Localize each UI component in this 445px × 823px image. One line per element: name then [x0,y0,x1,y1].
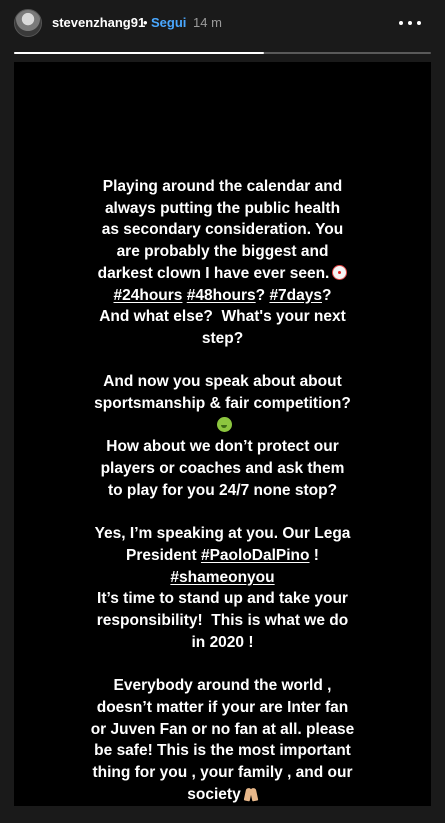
story-text-segment: are probably the biggest and [116,243,329,261]
timestamp: 14 m [193,15,222,30]
story-header: stevenzhang91 • Segui 14 m [0,0,445,46]
story-viewer: stevenzhang91 • Segui 14 m Playing aroun… [0,0,445,823]
story-text-segment: in 2020 ! [191,633,254,651]
story-line: society [14,784,431,806]
hashtag-link[interactable]: #PaoloDalPino [201,547,310,564]
story-text-segment: President [126,546,201,564]
separator-dot: • [143,15,148,30]
follow-button[interactable]: Segui [151,15,186,31]
story-text-segment: And now you speak about about [103,373,342,391]
story-line: in 2020 ! [14,632,431,654]
story-progress-fill [14,52,265,54]
story-line: Everybody around the world , [14,675,431,697]
story-line: It’s time to stand up and take your [14,588,431,610]
story-line: players or coaches and ask them [14,458,431,480]
story-line: responsibility! This is what we do [14,610,431,632]
story-text: Playing around the calendar and always pu… [14,176,431,805]
story-text-segment: sportsmanship & fair competition? [94,395,351,413]
hashtag-link[interactable]: #7days [269,287,322,304]
story-line: or Juven Fan or no fan at all. please [14,719,431,741]
story-text-segment: responsibility! This is what we do [96,612,349,630]
story-line: Yes, I’m speaking at you. Our Lega [14,523,431,545]
story-text-segment: It’s time to stand up and take your [97,590,348,608]
story-line: #24hours #48hours? #7days? [14,285,431,307]
nauseated-face-icon [216,416,232,432]
story-text-segment: always putting the public health [104,199,341,217]
story-line: doesn’t matter if your are Inter fan [14,697,431,719]
story-text-segment: ! [309,546,319,564]
avatar[interactable] [14,9,42,37]
story-line: sportsmanship & fair competition? [14,393,431,415]
hashtag-link[interactable]: #24hours [114,287,183,304]
story-progress-bar [14,52,431,54]
more-options-icon[interactable] [396,12,426,34]
story-content[interactable]: Playing around the calendar and always pu… [14,62,431,806]
story-text-segment: Everybody around the world , [113,677,332,695]
story-line: always putting the public health [14,198,431,220]
story-line: be safe! This is the most important [14,740,431,762]
story-line: President #PaoloDalPino ! [14,545,431,567]
story-text-segment: thing for you , your family , and our [92,763,353,781]
story-text-segment: be safe! This is the most important [94,742,351,760]
story-line: And what else? What's your next [14,306,431,328]
story-text-segment: ? [255,286,270,304]
story-line [14,415,431,437]
story-line: darkest clown I have ever seen. [14,263,431,285]
clown-icon [332,264,348,280]
story-text-segment: How about we don’t protect our [106,438,339,456]
story-line: thing for you , your family , and our [14,762,431,784]
story-line: are probably the biggest and [14,241,431,263]
story-text-segment: Playing around the calendar and [102,178,343,195]
story-line: How about we don’t protect our [14,436,431,458]
folded-hands-icon [244,787,258,801]
story-text-segment: Yes, I’m speaking at you. Our Lega [94,525,351,543]
story-text-segment: step? [201,329,244,347]
story-text-segment: as secondary consideration. You [101,221,344,239]
story-text-segment: And what else? What's your next [99,308,346,326]
story-text-segment: to play for you 24/7 none stop? [107,481,338,499]
hashtag-link[interactable]: #48hours [187,287,256,304]
story-text-segment: ? [322,286,332,304]
story-line: as secondary consideration. You [14,219,431,241]
story-line: #shameonyou [14,567,431,589]
story-text-segment: darkest clown I have ever seen. [97,264,330,282]
hashtag-link[interactable]: #shameonyou [170,569,274,586]
story-text-segment: players or coaches and ask them [100,460,345,478]
username[interactable]: stevenzhang91 [52,15,145,31]
story-line: Playing around the calendar and [14,176,431,198]
story-line: step? [14,328,431,350]
story-text-segment: doesn’t matter if your are Inter fan [96,698,349,716]
story-line: to play for you 24/7 none stop? [14,480,431,502]
story-text-segment: or Juven Fan or no fan at all. please [90,720,355,738]
story-text-segment: society [187,785,241,803]
story-line: And now you speak about about [14,371,431,393]
